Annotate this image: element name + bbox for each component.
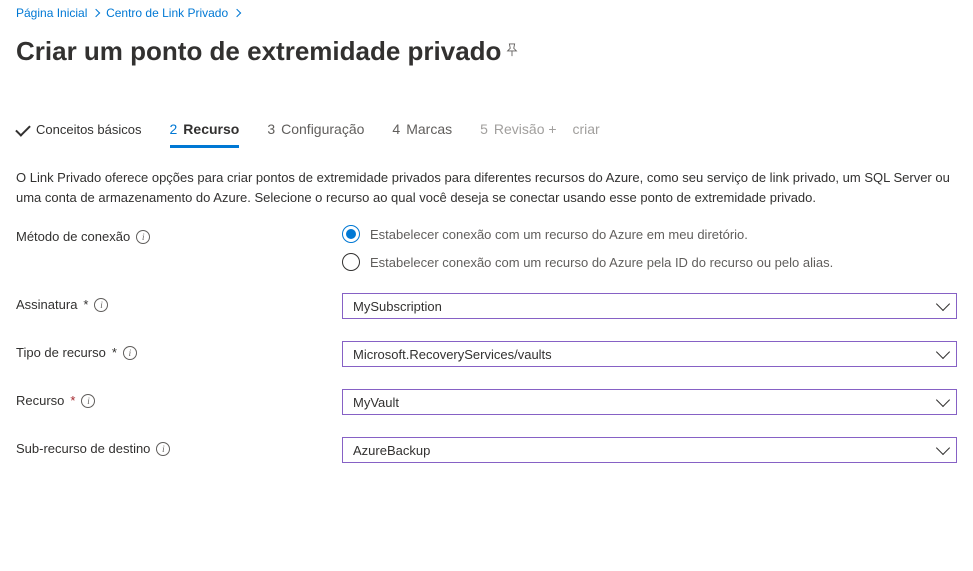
breadcrumb-center[interactable]: Centro de Link Privado xyxy=(106,6,228,20)
tab-label: Marcas xyxy=(406,121,452,137)
radio-icon xyxy=(342,253,360,271)
row-resource: Recurso * i MyVault xyxy=(16,389,957,415)
chevron-down-icon xyxy=(936,297,950,311)
description-text: O Link Privado oferece opções para criar… xyxy=(0,148,973,213)
breadcrumb-home[interactable]: Página Inicial xyxy=(16,6,87,20)
select-value: Microsoft.RecoveryServices/vaults xyxy=(353,347,552,362)
info-icon[interactable]: i xyxy=(81,394,95,408)
required-marker: * xyxy=(112,345,117,360)
tab-label: Recurso xyxy=(183,121,239,137)
select-value: MySubscription xyxy=(353,299,442,314)
chevron-down-icon xyxy=(936,441,950,455)
chevron-down-icon xyxy=(936,345,950,359)
chevron-right-icon xyxy=(91,9,99,17)
label-text: Tipo de recurso xyxy=(16,345,106,360)
chevron-down-icon xyxy=(936,393,950,407)
tab-basics[interactable]: Conceitos básicos xyxy=(16,122,142,148)
title-row: Criar um ponto de extremidade privado xyxy=(0,20,973,67)
tab-resource[interactable]: 2 Recurso xyxy=(170,121,240,148)
row-subresource: Sub-recurso de destino i AzureBackup xyxy=(16,437,957,463)
radio-label: Estabelecer conexão com um recurso do Az… xyxy=(370,227,748,242)
tab-number: 2 xyxy=(170,121,178,137)
radio-option-directory[interactable]: Estabelecer conexão com um recurso do Az… xyxy=(342,225,957,243)
tab-review-create: 5 Revisão + criar xyxy=(480,121,600,148)
label-connection-method: Método de conexão i xyxy=(16,225,342,244)
label-text: Método de conexão xyxy=(16,229,130,244)
tab-label: Configuração xyxy=(281,121,364,137)
tab-number: 3 xyxy=(267,121,275,137)
tab-configuration[interactable]: 3 Configuração xyxy=(267,121,364,148)
info-icon[interactable]: i xyxy=(123,346,137,360)
label-text: Recurso xyxy=(16,393,64,408)
label-subscription: Assinatura * i xyxy=(16,293,342,312)
row-connection-method: Método de conexão i Estabelecer conexão … xyxy=(16,225,957,271)
label-resource-type: Tipo de recurso * i xyxy=(16,341,342,360)
resource-type-select[interactable]: Microsoft.RecoveryServices/vaults xyxy=(342,341,957,367)
label-subresource: Sub-recurso de destino i xyxy=(16,437,342,456)
tab-label: criar xyxy=(572,121,599,137)
connection-method-radio-group: Estabelecer conexão com um recurso do Az… xyxy=(342,225,957,271)
info-icon[interactable]: i xyxy=(94,298,108,312)
tab-number: 4 xyxy=(392,121,400,137)
subscription-select[interactable]: MySubscription xyxy=(342,293,957,319)
tab-number: 5 xyxy=(480,121,488,137)
radio-option-resource-id[interactable]: Estabelecer conexão com um recurso do Az… xyxy=(342,253,957,271)
tab-label: Conceitos básicos xyxy=(36,122,142,137)
row-subscription: Assinatura * i MySubscription xyxy=(16,293,957,319)
radio-icon xyxy=(342,225,360,243)
form: Método de conexão i Estabelecer conexão … xyxy=(0,213,973,463)
label-resource: Recurso * i xyxy=(16,389,342,408)
label-text: Sub-recurso de destino xyxy=(16,441,150,456)
required-marker: * xyxy=(70,393,75,408)
breadcrumb: Página Inicial Centro de Link Privado xyxy=(0,2,973,20)
pin-icon[interactable] xyxy=(505,43,519,61)
tab-label: Revisão + xyxy=(494,121,557,137)
page-title: Criar um ponto de extremidade privado xyxy=(16,36,501,67)
wizard-tabs: Conceitos básicos 2 Recurso 3 Configuraç… xyxy=(0,67,973,148)
row-resource-type: Tipo de recurso * i Microsoft.RecoverySe… xyxy=(16,341,957,367)
subresource-select[interactable]: AzureBackup xyxy=(342,437,957,463)
tab-tags[interactable]: 4 Marcas xyxy=(392,121,452,148)
select-value: MyVault xyxy=(353,395,399,410)
resource-select[interactable]: MyVault xyxy=(342,389,957,415)
required-marker: * xyxy=(83,297,88,312)
chevron-right-icon xyxy=(232,9,240,17)
radio-label: Estabelecer conexão com um recurso do Az… xyxy=(370,255,833,270)
select-value: AzureBackup xyxy=(353,443,430,458)
info-icon[interactable]: i xyxy=(156,442,170,456)
label-text: Assinatura xyxy=(16,297,77,312)
check-icon xyxy=(16,123,30,137)
info-icon[interactable]: i xyxy=(136,230,150,244)
